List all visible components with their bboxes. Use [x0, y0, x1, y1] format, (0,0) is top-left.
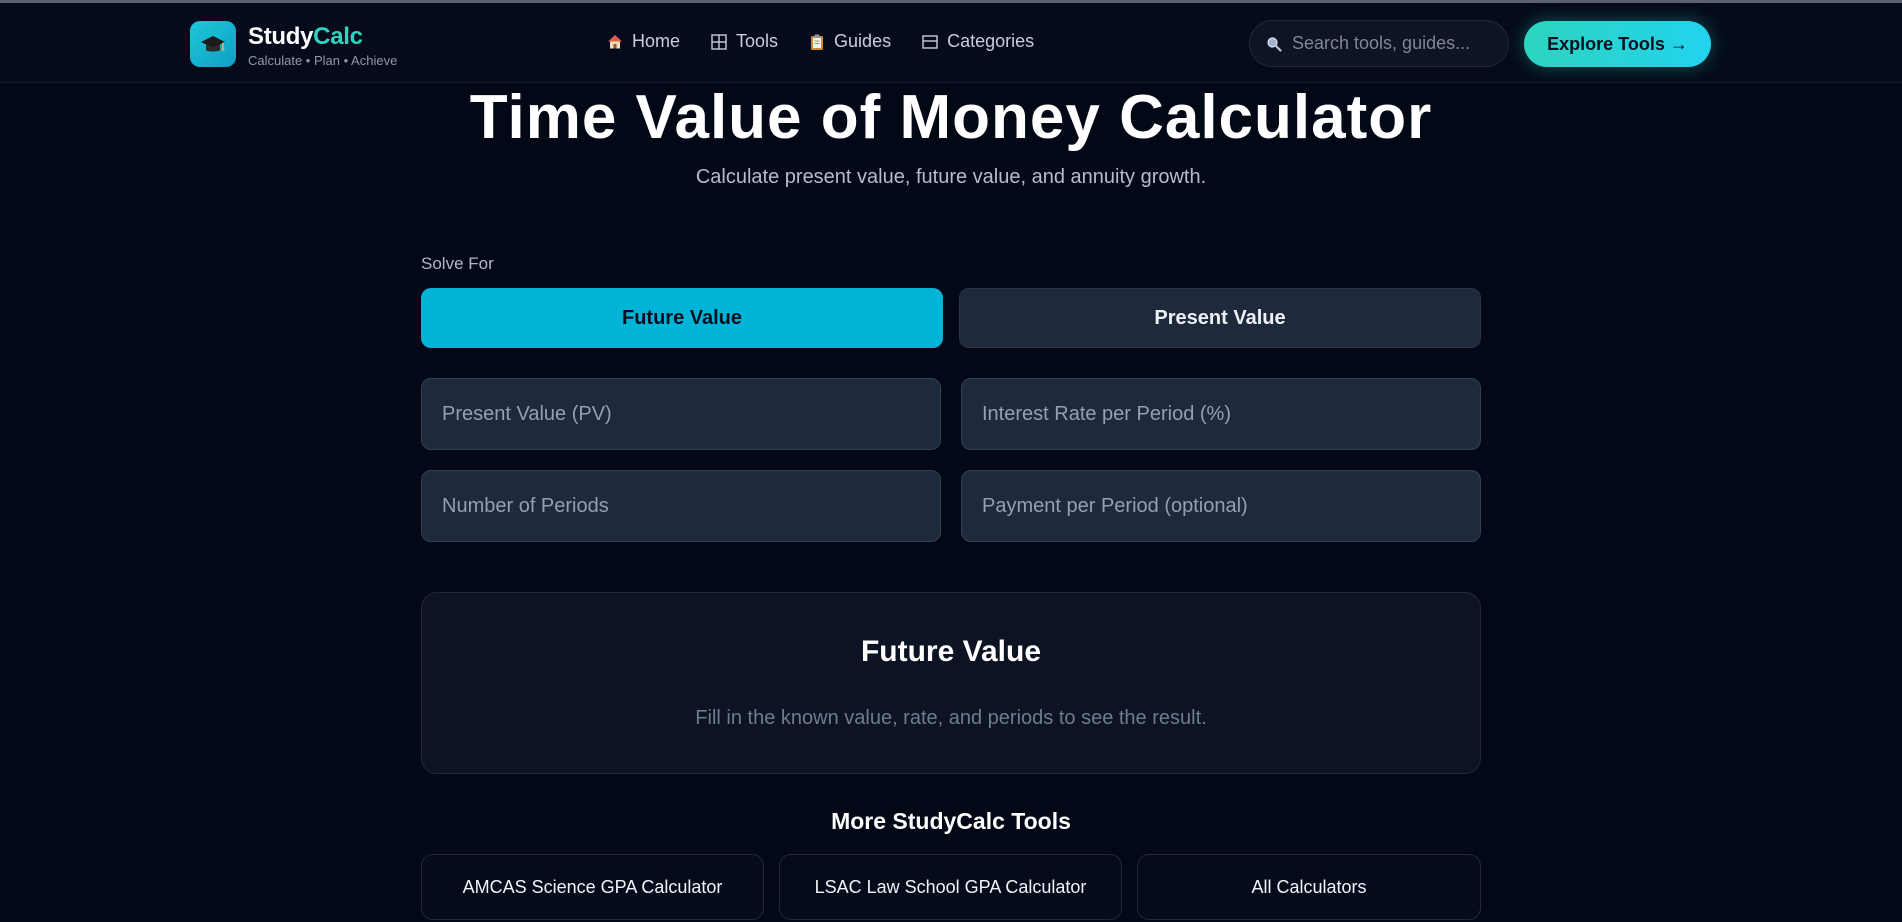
house-icon: [608, 34, 622, 48]
search-input[interactable]: [1292, 33, 1482, 54]
search-box[interactable]: [1249, 20, 1509, 67]
nav-label-tools: Tools: [736, 31, 779, 51]
tool-card-all-calculators[interactable]: All Calculators: [1137, 854, 1481, 920]
nav-item-guides[interactable]: Guides: [808, 31, 891, 52]
site-header: StudyCalc Calculate • Plan • Achieve Hom…: [0, 3, 1902, 83]
result-card: Future Value Fill in the known value, ra…: [421, 592, 1481, 774]
present-value-field-wrapper: [421, 378, 941, 450]
brand-accent: Calc: [313, 23, 363, 50]
grid-icon: [711, 33, 727, 50]
search-icon: [1267, 36, 1282, 52]
number-of-periods-input[interactable]: [422, 471, 940, 541]
nav-label-categories: Categories: [947, 31, 1035, 51]
interest-rate-input[interactable]: [962, 379, 1480, 449]
layout-icon: [922, 34, 938, 49]
payment-per-period-input[interactable]: [962, 471, 1480, 541]
nav-label-home: Home: [632, 31, 681, 51]
solve-for-present-value-button[interactable]: Present Value: [959, 288, 1481, 348]
present-value-input[interactable]: [422, 379, 940, 449]
brand-main: Study: [248, 23, 314, 50]
result-hint: Fill in the known value, rate, and perio…: [695, 707, 1207, 729]
graduation-cap-icon: [201, 36, 225, 52]
clipboard-icon: [811, 34, 824, 50]
solve-for-future-value-button[interactable]: Future Value: [421, 288, 943, 348]
nav-label-guides: Guides: [834, 31, 892, 51]
tool-card-lsac-gpa[interactable]: LSAC Law School GPA Calculator: [779, 854, 1122, 920]
nav-item-home[interactable]: Home: [606, 31, 680, 52]
payment-per-period-field-wrapper: [961, 470, 1481, 542]
brand-tagline: Calculate • Plan • Achieve: [248, 53, 398, 68]
brand-name[interactable]: StudyCalc: [248, 23, 363, 51]
interest-rate-field-wrapper: [961, 378, 1481, 450]
number-of-periods-field-wrapper: [421, 470, 941, 542]
main-nav: Home Tools Guides Categories: [606, 31, 1034, 52]
nav-item-tools[interactable]: Tools: [710, 31, 778, 52]
page-title: Time Value of Money Calculator: [469, 83, 1433, 152]
logo[interactable]: [190, 21, 236, 67]
result-title: Future Value: [860, 635, 1042, 668]
nav-item-categories[interactable]: Categories: [921, 31, 1034, 52]
page-subtitle: Calculate present value, future value, a…: [695, 166, 1207, 188]
solve-for-label: Solve For: [421, 254, 494, 273]
more-tools-heading: More StudyCalc Tools: [831, 808, 1071, 834]
tool-card-amcas-gpa[interactable]: AMCAS Science GPA Calculator: [421, 854, 764, 920]
explore-tools-button[interactable]: Explore Tools →: [1524, 21, 1711, 67]
